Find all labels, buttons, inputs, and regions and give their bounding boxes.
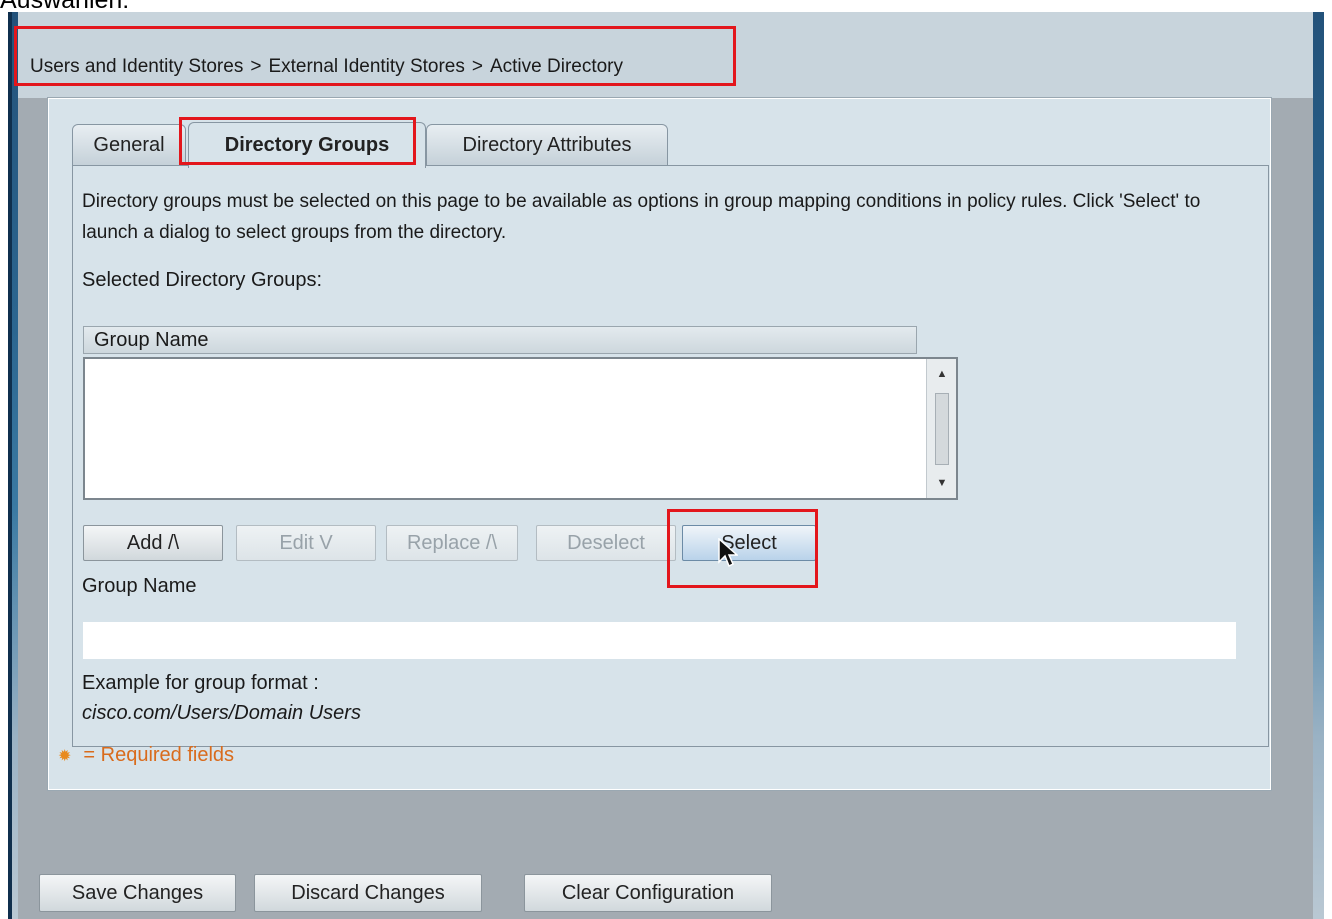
scroll-down-arrow-icon[interactable]: ▼ — [933, 472, 951, 494]
tab-directory-groups[interactable]: Directory Groups — [188, 122, 426, 168]
replace-button[interactable]: Replace /\ — [386, 525, 518, 561]
clear-configuration-button[interactable]: Clear Configuration — [524, 874, 772, 912]
example-value: cisco.com/Users/Domain Users — [82, 702, 361, 724]
app-frame: Users and Identity Stores > External Ident… — [8, 12, 1324, 919]
gear-icon: ✹ — [58, 748, 72, 765]
breadcrumb-bar: Users and Identity Stores > External Ident… — [18, 12, 1313, 98]
tab-general[interactable]: General — [72, 124, 186, 166]
select-button[interactable]: Select — [682, 525, 816, 561]
save-changes-button[interactable]: Save Changes — [39, 874, 236, 912]
breadcrumb-item-active-directory: Active Directory — [489, 56, 624, 77]
breadcrumb-item-users-identity-stores[interactable]: Users and Identity Stores — [30, 56, 243, 77]
list-scrollbar[interactable]: ▲ ▼ — [926, 359, 956, 498]
tab-directory-attributes[interactable]: Directory Attributes — [426, 124, 668, 166]
required-fields-text: = Required fields — [83, 744, 235, 766]
group-name-input[interactable] — [83, 622, 1236, 659]
add-button[interactable]: Add /\ — [83, 525, 223, 561]
discard-changes-button[interactable]: Discard Changes — [254, 874, 482, 912]
scroll-up-arrow-icon[interactable]: ▲ — [933, 363, 951, 385]
tab-description: Directory groups must be selected on thi… — [82, 191, 1201, 243]
selected-groups-list[interactable]: ▲ ▼ — [83, 357, 958, 500]
required-fields-note: ✹ = Required fields — [58, 744, 234, 767]
main-content-area: Users and Identity Stores > External Ident… — [18, 12, 1313, 919]
deselect-button[interactable]: Deselect — [536, 525, 676, 561]
breadcrumb: Users and Identity Stores > External Ident… — [30, 56, 623, 78]
edit-button[interactable]: Edit V — [236, 525, 376, 561]
breadcrumb-item-external-identity-stores[interactable]: External Identity Stores — [268, 56, 464, 77]
breadcrumb-separator: > — [250, 56, 262, 77]
group-name-column-header[interactable]: Group Name — [83, 326, 917, 354]
group-name-label: Group Name — [82, 575, 197, 597]
example-label: Example for group format : — [82, 672, 319, 694]
breadcrumb-separator: > — [471, 56, 483, 77]
selected-groups-label: Selected Directory Groups: — [82, 269, 323, 291]
scroll-thumb[interactable] — [935, 393, 949, 465]
